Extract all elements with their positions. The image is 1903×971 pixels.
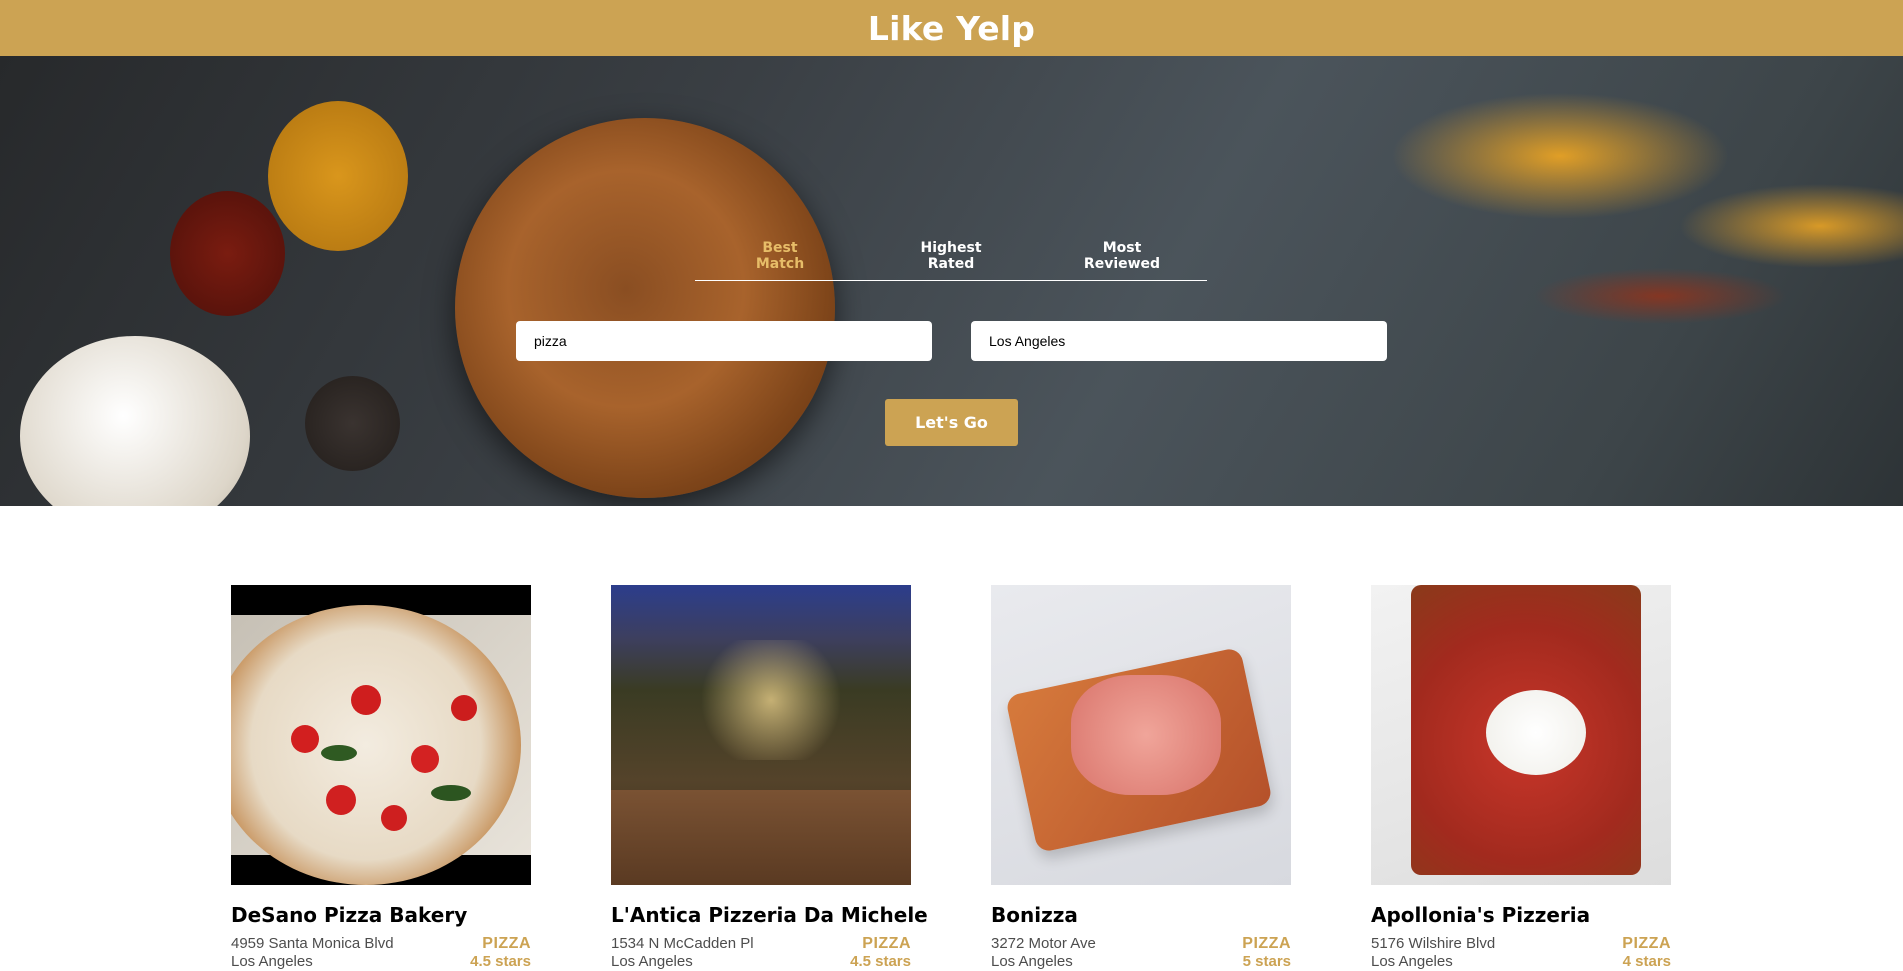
business-meta: PIZZA 4.5 stars: [470, 935, 531, 971]
hero-bowl-image: [455, 118, 835, 498]
business-meta: PIZZA 4.5 stars: [850, 935, 911, 971]
business-rating: 5 stars: [1242, 953, 1291, 970]
business-card[interactable]: Bonizza 3272 Motor Ave Los Angeles PIZZA…: [991, 585, 1291, 971]
business-street: 5176 Wilshire Blvd: [1371, 935, 1496, 952]
sort-label: Highest: [920, 240, 982, 256]
business-image: [611, 585, 911, 885]
sort-label: Rated: [927, 256, 975, 272]
sort-label: Most: [1102, 240, 1142, 256]
business-category: PIZZA: [482, 935, 531, 952]
sort-label: Reviewed: [1083, 256, 1161, 272]
business-image: [1371, 585, 1671, 885]
business-category: PIZZA: [1622, 935, 1671, 952]
app-title: Like Yelp: [867, 8, 1036, 48]
business-card[interactable]: L'Antica Pizzeria Da Michele 1534 N McCa…: [611, 585, 928, 971]
sort-label: Best: [762, 240, 798, 256]
business-street: 4959 Santa Monica Blvd: [231, 935, 394, 952]
business-street: 1534 N McCadden Pl: [611, 935, 754, 952]
app-header: Like Yelp: [0, 0, 1903, 56]
business-address: 3272 Motor Ave Los Angeles: [991, 935, 1096, 971]
business-name: Apollonia's Pizzeria: [1371, 903, 1591, 927]
business-category: PIZZA: [1242, 935, 1291, 952]
sort-highest-rated[interactable]: Highest Rated: [866, 186, 1036, 280]
search-term-input[interactable]: [516, 321, 932, 361]
hero-spoon-image: [305, 376, 400, 471]
business-image: [991, 585, 1291, 885]
business-info: 1534 N McCadden Pl Los Angeles PIZZA 4.5…: [611, 935, 911, 971]
business-card[interactable]: Apollonia's Pizzeria 5176 Wilshire Blvd …: [1371, 585, 1671, 971]
business-name: Bonizza: [991, 903, 1078, 927]
sort-best-match[interactable]: Best Match: [695, 186, 865, 280]
business-info: 5176 Wilshire Blvd Los Angeles PIZZA 4 s…: [1371, 935, 1671, 971]
business-address: 5176 Wilshire Blvd Los Angeles: [1371, 935, 1495, 971]
business-card[interactable]: DeSano Pizza Bakery 4959 Santa Monica Bl…: [231, 585, 531, 971]
business-info: 4959 Santa Monica Blvd Los Angeles PIZZA…: [231, 935, 531, 971]
business-address: 4959 Santa Monica Blvd Los Angeles: [231, 935, 394, 971]
business-rating: 4.5 stars: [850, 953, 911, 970]
sort-options: Best Match Highest Rated Most Reviewed: [695, 186, 1207, 281]
business-list: DeSano Pizza Bakery 4959 Santa Monica Bl…: [231, 585, 1671, 971]
business-rating: 4.5 stars: [470, 953, 531, 970]
business-info: 3272 Motor Ave Los Angeles PIZZA 5 stars: [991, 935, 1291, 971]
business-image: [231, 585, 531, 885]
hero-spoon-image: [170, 191, 285, 316]
business-meta: PIZZA 4 stars: [1622, 935, 1671, 971]
business-city: Los Angeles: [231, 953, 313, 970]
search-location-input[interactable]: [971, 321, 1387, 361]
hero-banner: Best Match Highest Rated Most Reviewed L…: [0, 56, 1903, 506]
sort-label: Match: [755, 256, 805, 272]
business-rating: 4 stars: [1622, 953, 1671, 970]
business-city: Los Angeles: [611, 953, 693, 970]
business-name: L'Antica Pizzeria Da Michele: [611, 903, 928, 927]
business-name: DeSano Pizza Bakery: [231, 903, 468, 927]
business-street: 3272 Motor Ave: [991, 935, 1096, 952]
hero-garlic-image: [20, 336, 250, 506]
business-meta: PIZZA 5 stars: [1242, 935, 1291, 971]
hero-spoon-image: [268, 101, 408, 251]
business-category: PIZZA: [862, 935, 911, 952]
lets-go-button[interactable]: Let's Go: [885, 399, 1018, 446]
business-city: Los Angeles: [991, 953, 1073, 970]
business-address: 1534 N McCadden Pl Los Angeles: [611, 935, 754, 971]
sort-most-reviewed[interactable]: Most Reviewed: [1037, 186, 1207, 280]
business-city: Los Angeles: [1371, 953, 1453, 970]
